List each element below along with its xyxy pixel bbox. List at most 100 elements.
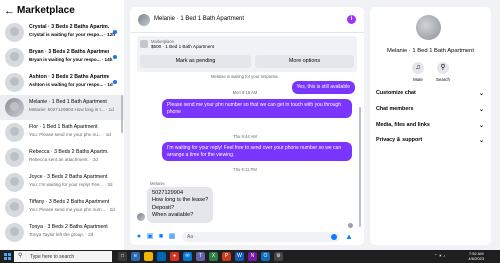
store-icon[interactable] [157,252,166,261]
conversation-name: Melanie · 1 Bed 1 Bath Apartment [29,99,107,105]
unread-dot [113,30,117,34]
conversation-item[interactable]: Bryan · 3 Beds 2 Baths Apartment Bryan i… [0,45,124,70]
bell-icon: ♫ [412,62,424,74]
chat-title[interactable]: Melanie · 1 Bed 1 Bath Apartment [154,16,244,22]
section-chat-members[interactable]: Chat members ⌄ [376,106,486,116]
like-icon[interactable]: ▲ [345,232,355,242]
emoji-icon[interactable] [331,234,337,240]
clock-date: 4/6/2023 [468,256,484,261]
chevron-down-icon: ⌄ [478,123,484,129]
microphone-icon[interactable]: ● [135,233,143,241]
conversation-name: Tonya · 3 Beds 2 Baths Apartment [29,224,108,230]
conversation-item[interactable]: Tonya · 3 Beds 2 Baths Apartment Tonya T… [0,220,124,245]
section-customize-chat[interactable]: Customize chat ⌄ [376,90,486,100]
message-line: How long is the lease? [152,197,209,204]
teams-icon[interactable]: T [196,252,205,261]
mark-as-pending-button[interactable]: Mark as pending [140,55,251,68]
conversation-name: Bryan · 3 Beds 2 Baths Apartment [29,49,109,55]
mail-icon[interactable]: ✉ [183,252,192,261]
conversation-name: Crystal · 3 Beds 2 Baths Apartm... [29,24,109,30]
avatar [5,123,24,142]
conversation-preview: Tonya Taylor left the group. · 2d [29,232,94,237]
chevron-down-icon: ⌄ [478,107,484,113]
conversation-preview: You: Please send me your phn num... · 2d [29,207,115,212]
sticker-icon[interactable]: ■ [157,233,165,241]
composer-bar: ● ▣ ■ ▦ Aa ▲ [130,231,364,245]
outgoing-message[interactable]: Please send me your phn number so that w… [162,99,352,118]
avatar [5,48,24,67]
message-line: Deposit? [152,204,175,211]
file-explorer-icon[interactable] [144,252,153,261]
sidebar-scrollbar[interactable] [121,95,123,133]
mute-label: Mute [413,77,423,82]
unread-dot [113,80,117,84]
message-input[interactable]: Aa [182,232,340,242]
section-label: Media, files and links [376,122,430,128]
section-media-files-links[interactable]: Media, files and links ⌄ [376,122,486,132]
taskbar-clock[interactable]: 7:52 AM 4/6/2023 [468,251,484,261]
section-label: Chat members [376,106,414,112]
conversation-item-active[interactable]: Melanie · 1 Bed 1 Bath Apartment Melanie… [0,95,124,120]
sender-name: Melanie [150,181,165,186]
edge-icon[interactable]: e [131,252,140,261]
chevron-down-icon: ⌄ [478,138,484,144]
more-options-button[interactable]: More options [255,55,354,68]
avatar [5,23,24,42]
excel-icon[interactable]: X [209,252,218,261]
back-arrow-icon[interactable]: ← [4,6,15,17]
chat-panel: Melanie · 1 Bed 1 Bath Apartment i Marke… [130,7,364,245]
image-icon[interactable]: ▣ [146,233,154,241]
powerpoint-icon[interactable]: P [222,252,231,261]
outgoing-message[interactable]: I'm waiting for your reply! Feel free to… [162,142,352,161]
info-icon[interactable]: i [347,15,356,24]
avatar [5,98,24,117]
message-input-placeholder: Aa [187,234,194,240]
seen-indicator [348,223,353,228]
conversation-name: Joyce · 3 Beds 2 Baths Apartment [29,174,108,180]
conversation-item[interactable]: Joyce · 3 Beds 2 Baths Apartment You: I'… [0,170,124,195]
conversation-item[interactable]: Ashton · 3 Beds 2 Baths Apartme... Ashto… [0,70,124,95]
section-label: Customize chat [376,90,416,96]
system-tray-icons[interactable]: ⌃ ☀ ♪ [434,253,445,258]
search-button[interactable]: ⚲ Search [431,62,455,82]
avatar [5,73,24,92]
conversation-item[interactable]: Rebecca · 3 Beds 2 Baths Apartm... Rebec… [0,145,124,170]
taskbar-search-box[interactable]: ⚲ Type here to search [14,251,112,262]
conversation-preview: Ashton is waiting for your respo... · 1d [29,82,113,87]
chat-avatar[interactable] [138,14,150,26]
conversation-item[interactable]: Crystal · 3 Beds 2 Baths Apartm... Cryst… [0,20,124,45]
section-privacy-support[interactable]: Privacy & support ⌄ [376,137,486,147]
avatar [5,148,24,167]
marketplace-listing-card: Marketplace $500 · 1 Bed 1 Bath Apartmen… [137,36,357,72]
windows-start-icon[interactable] [4,253,11,260]
conversation-item[interactable]: Tiffany · 3 Beds 2 Baths Apartment You: … [0,195,124,220]
conversation-name: Ashton · 3 Beds 2 Baths Apartme... [29,74,109,80]
avatar [5,223,24,242]
conversation-name: Tiffany · 3 Beds 2 Baths Apartment [29,199,109,205]
timestamp: Mon 8:18 AM [232,90,258,95]
message-line: 5027129904 [152,190,184,196]
search-icon: ⚲ [437,62,449,74]
listing-thumbnail [140,40,148,48]
onenote-icon[interactable]: N [248,252,257,261]
system-note: Melanie is waiting for your response. [211,74,279,79]
listing-detail[interactable]: $500 · 1 Bed 1 Bath Apartment [151,44,214,49]
timestamp: Thu 9:44 AM [233,134,257,139]
mute-button[interactable]: ♫ Mute [406,62,430,82]
chat-header: Melanie · 1 Bed 1 Bath Apartment i [130,7,364,33]
profile-avatar[interactable] [416,15,441,40]
settings-icon[interactable]: ⚙ [274,252,283,261]
conversation-list: Crystal · 3 Beds 2 Baths Apartm... Cryst… [0,20,124,245]
chrome-icon[interactable]: ● [170,252,179,261]
message-line: When available? [152,212,194,219]
chat-scrollbar[interactable] [359,107,361,227]
task-view-icon[interactable]: □ [118,252,127,261]
outlook-icon[interactable]: O [261,252,270,261]
word-icon[interactable]: W [235,252,244,261]
gif-icon[interactable]: ▦ [168,233,176,241]
conversation-info-panel: Melanie · 1 Bed 1 Bath Apartment ♫ Mute … [370,7,491,245]
conversation-item[interactable]: Flor · 1 Bed 1 Bath Apartment You: Pleas… [0,120,124,145]
avatar [5,173,24,192]
incoming-message[interactable]: 5027129904 How long is the lease? Deposi… [147,187,214,223]
conversation-preview: Rebecca sent an attachment. · 2d [29,157,98,162]
